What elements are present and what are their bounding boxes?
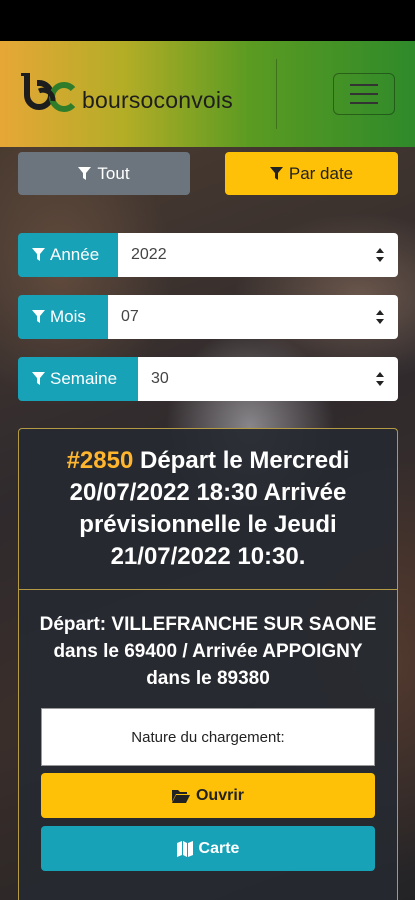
ouvrir-label: Ouvrir	[195, 786, 244, 804]
select-caret-icon	[376, 310, 384, 324]
carte-label: Carte	[198, 839, 240, 857]
semaine-value: 30	[151, 370, 169, 387]
annee-select[interactable]: 2022	[118, 233, 398, 277]
annee-value: 2022	[131, 246, 167, 263]
par-date-label: Par date	[288, 163, 354, 183]
folder-open-icon	[171, 789, 190, 803]
annee-filter-label: Année	[18, 233, 118, 277]
mois-filter-label: Mois	[18, 295, 108, 339]
convoy-number: #2850	[66, 447, 134, 474]
convoy-card: #2850 Départ le Mercredi 20/07/2022 18:3…	[18, 428, 398, 900]
par-date-filter-button[interactable]: Par date	[225, 152, 398, 195]
bc-logo-icon[interactable]	[17, 73, 77, 117]
select-caret-icon	[376, 248, 384, 262]
filter-icon	[32, 248, 45, 261]
tout-label: Tout	[97, 163, 130, 183]
semaine-label-text: Semaine	[50, 369, 118, 388]
tout-filter-button[interactable]: Tout	[18, 152, 190, 195]
convoy-title: #2850 Départ le Mercredi 20/07/2022 18:3…	[41, 445, 375, 573]
carte-button[interactable]: Carte	[41, 826, 375, 871]
filter-icon	[269, 166, 283, 180]
convoy-route: Départ: VILLEFRANCHE SUR SAONE dans le 6…	[39, 614, 377, 689]
mois-select[interactable]: 07	[108, 295, 398, 339]
main-content: Tout Par date Année 2022 Mois 07 Semaine	[0, 147, 415, 900]
ouvrir-button[interactable]: Ouvrir	[41, 773, 375, 818]
mois-filter: Mois 07	[18, 295, 398, 339]
filter-icon	[78, 166, 92, 180]
nature-du-chargement-field: Nature du chargement:	[41, 708, 375, 766]
semaine-select[interactable]: 30	[138, 357, 398, 401]
select-caret-icon	[376, 372, 384, 386]
annee-label-text: Année	[50, 245, 100, 264]
convoy-card-header: #2850 Départ le Mercredi 20/07/2022 18:3…	[19, 429, 397, 590]
semaine-filter-label: Semaine	[18, 357, 138, 401]
brand-name[interactable]: boursoconvois	[82, 87, 233, 114]
app-header: boursoconvois	[0, 41, 415, 147]
header-divider	[276, 59, 277, 129]
map-icon	[176, 840, 193, 857]
annee-filter: Année 2022	[18, 233, 398, 277]
hamburger-icon[interactable]	[333, 73, 395, 115]
status-bar	[0, 0, 415, 41]
filter-icon	[32, 310, 45, 323]
semaine-filter: Semaine 30	[18, 357, 398, 401]
mois-value: 07	[121, 308, 139, 325]
mois-label-text: Mois	[50, 307, 86, 326]
filter-icon	[32, 372, 45, 385]
